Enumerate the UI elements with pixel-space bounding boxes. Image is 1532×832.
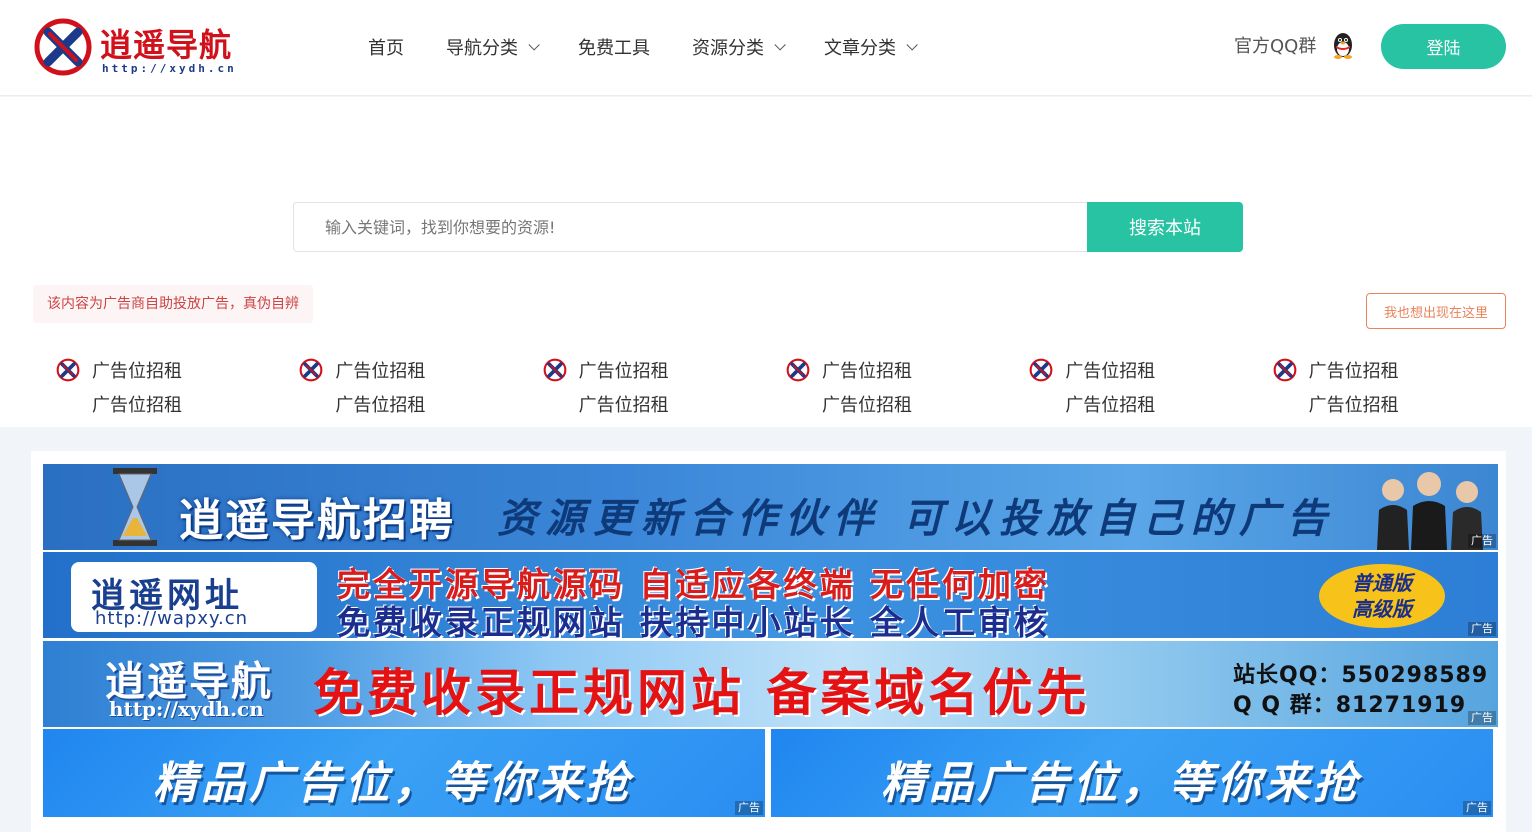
- logo-x-icon: [299, 358, 323, 382]
- list-item[interactable]: 广告位招租 广告位招租: [56, 355, 299, 423]
- banner-ad-slot-right[interactable]: 精品广告位，等你来抢 广告: [771, 729, 1493, 817]
- ad-disclaimer: 该内容为广告商自助投放广告，真伪自辨: [33, 285, 313, 323]
- search-button[interactable]: 搜索本站: [1087, 202, 1243, 252]
- ad-apply-button[interactable]: 我也想出现在这里: [1366, 293, 1506, 329]
- hero-section: 搜索本站 该内容为广告商自助投放广告，真伪自辨 我也想出现在这里 广告位招租 广…: [0, 97, 1532, 427]
- logo-x-icon: [1273, 358, 1297, 382]
- banner-logo-url: http://xydh.cn: [109, 697, 264, 721]
- site-header: 逍遥导航 http://xydh.cn 首页 导航分类 免费工具 资源分类 文章…: [0, 0, 1532, 96]
- logo-x-icon: [786, 358, 810, 382]
- nav-articles[interactable]: 文章分类: [824, 34, 918, 60]
- logo-x-icon: [1029, 358, 1053, 382]
- logo-x-icon: [56, 358, 80, 382]
- nav-free-tools[interactable]: 免费工具: [578, 34, 650, 60]
- search-bar: 搜索本站: [293, 202, 1243, 252]
- banner-recruit[interactable]: 逍遥导航招聘 资源更新合作伙伴 可以投放自己的广告 广告: [43, 464, 1498, 550]
- logo-text: 逍遥导航: [100, 26, 233, 64]
- ad-tag: 广告: [1468, 534, 1496, 548]
- banner-ad-slot-left[interactable]: 精品广告位，等你来抢 广告: [43, 729, 765, 817]
- list-item[interactable]: 广告位招租 广告位招租: [543, 355, 786, 423]
- qq-group-label: 官方QQ群: [1234, 36, 1317, 57]
- login-button[interactable]: 登陆: [1381, 24, 1506, 69]
- nav-resources[interactable]: 资源分类: [692, 34, 786, 60]
- banner-free-listing[interactable]: 逍遥导航 http://xydh.cn 免费收录正规网站 备案域名优先 站长QQ…: [43, 641, 1498, 727]
- chevron-down-icon: [528, 39, 540, 51]
- banner-panel: 逍遥导航招聘 资源更新合作伙伴 可以投放自己的广告 广告 逍遥网址 http:/…: [31, 451, 1506, 832]
- main-nav: 首页 导航分类 免费工具 资源分类 文章分类: [368, 30, 956, 64]
- banner-text: 精品广告位，等你来抢: [881, 758, 1361, 809]
- banner-subtitle: 资源更新合作伙伴 可以投放自己的广告: [497, 495, 1335, 542]
- banner-text: 精品广告位，等你来抢: [153, 758, 633, 809]
- list-item[interactable]: 广告位招租 广告位招租: [1029, 355, 1272, 423]
- nav-home[interactable]: 首页: [368, 34, 404, 60]
- list-item[interactable]: 广告位招租 广告位招租: [299, 355, 542, 423]
- ad-tag: 广告: [1468, 711, 1496, 725]
- list-item[interactable]: 广告位招租 广告位招租: [1273, 355, 1516, 423]
- ad-tag: 广告: [1463, 801, 1491, 815]
- banner-contact-group: Q Q 群：81271919: [1233, 693, 1467, 718]
- banner-source-code[interactable]: 逍遥网址 http://wapxy.cn 完全开源导航源码 自适应各终端 无任何…: [43, 552, 1498, 638]
- qq-penguin-icon: [1334, 33, 1353, 59]
- version-badge: 普通版 高级版: [1319, 564, 1445, 628]
- logo-x-icon: [543, 358, 567, 382]
- ad-tag: 广告: [1468, 622, 1496, 636]
- list-item[interactable]: 广告位招租 广告位招租: [786, 355, 1029, 423]
- logo-url: http://xydh.cn: [102, 62, 237, 75]
- search-input[interactable]: [293, 202, 1087, 252]
- banner-logo-box: 逍遥网址 http://wapxy.cn: [71, 562, 317, 632]
- site-logo[interactable]: 逍遥导航 http://xydh.cn: [34, 18, 254, 78]
- chevron-down-icon: [774, 39, 786, 51]
- banner-contact-qq: 站长QQ：550298589: [1233, 663, 1489, 688]
- banner-slogan: 免费收录正规网站 备案域名优先: [313, 664, 1091, 722]
- chevron-down-icon: [906, 39, 918, 51]
- ad-link-list: 广告位招租 广告位招租 广告位招租 广告位招租 广告位招租 广告位招租 广告位招…: [56, 355, 1516, 423]
- banner-line-2: 免费收录正规网站 扶持中小站长 全人工审核: [337, 603, 1050, 638]
- ad-tag: 广告: [735, 801, 763, 815]
- nav-categories[interactable]: 导航分类: [446, 34, 540, 60]
- banner-title: 逍遥导航招聘: [179, 495, 455, 546]
- hourglass-icon: [113, 468, 157, 546]
- logo-x-icon: [34, 18, 92, 76]
- qq-group-link[interactable]: 官方QQ群: [1234, 30, 1356, 60]
